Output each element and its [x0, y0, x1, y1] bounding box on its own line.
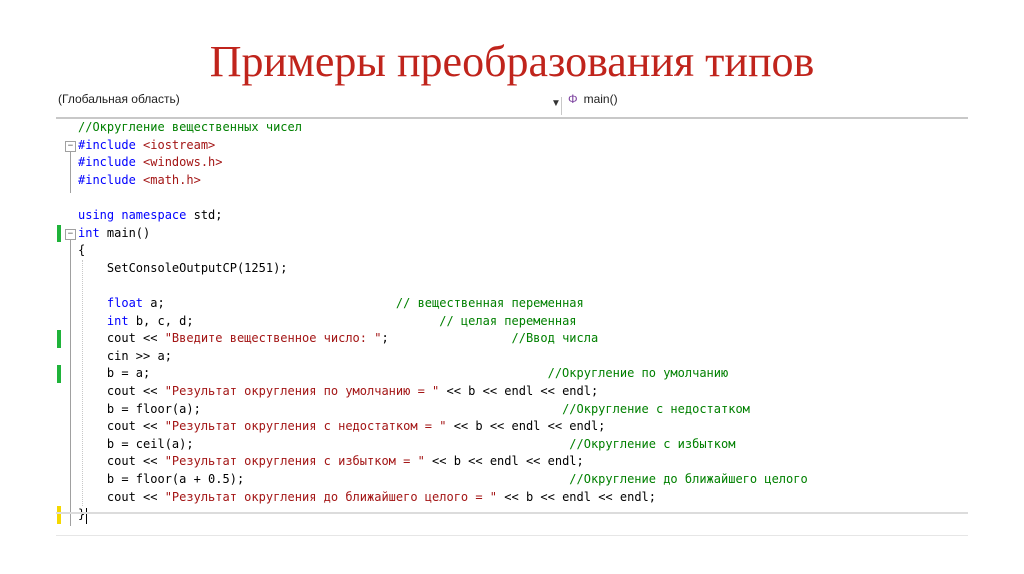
- code-comment: //Ввод числа: [511, 331, 599, 346]
- code-keyword: namespace: [121, 208, 194, 222]
- code-text: a;: [150, 296, 396, 310]
- dropdown-arrow-icon[interactable]: ▼: [551, 98, 561, 109]
- change-marker: [57, 365, 61, 383]
- collapse-includes-icon[interactable]: −: [65, 140, 76, 152]
- code-string: "Результат округления до ближайшего цело…: [164, 489, 498, 504]
- code-line[interactable]: #include <math.h>: [78, 172, 201, 190]
- scope-dropdown[interactable]: (Глобальная область): [58, 90, 554, 108]
- code-line[interactable]: cout << "Результат округления с избытком…: [78, 453, 584, 471]
- code-line[interactable]: //Округление вещественных чисел: [78, 119, 302, 137]
- editor-bottom-line: [56, 535, 968, 536]
- code-line[interactable]: cout << "Результат округления до ближайш…: [78, 489, 656, 507]
- change-marker: [57, 224, 61, 243]
- function-dropdown-label: main(): [583, 92, 618, 106]
- code-comment: //Округление по умолчанию: [547, 366, 729, 381]
- code-text: << b << endl << endl;: [497, 489, 656, 504]
- code-keyword: #include: [78, 172, 144, 187]
- code-comment: // целая переменная: [439, 313, 577, 328]
- code-text: b = floor(a);: [78, 401, 563, 416]
- code-text: << b << endl << endl;: [439, 384, 599, 398]
- code-line[interactable]: SetConsoleOutputCP(1251);: [78, 260, 288, 278]
- unsaved-change-marker: [57, 506, 61, 524]
- code-line[interactable]: cout << "Введите вещественное число: "; …: [78, 330, 598, 348]
- code-comment: //Округление с избытком: [569, 436, 736, 451]
- code-text: main(): [106, 225, 151, 240]
- code-line[interactable]: b = ceil(a); //Округление с избытком: [78, 436, 736, 454]
- code-keyword: #include: [78, 137, 144, 152]
- code-text: cout <<: [78, 419, 165, 434]
- outline-line: [70, 151, 71, 194]
- dropdown-separator: [561, 97, 562, 115]
- code-text: b, c, d;: [135, 313, 440, 328]
- code-line[interactable]: #include <iostream>: [78, 137, 215, 155]
- code-keyword: using: [78, 208, 122, 222]
- code-line[interactable]: b = a; //Округление по умолчанию: [78, 365, 728, 383]
- code-line[interactable]: }: [78, 506, 85, 524]
- code-keyword: int: [106, 313, 136, 328]
- code-text: << b << endl << endl;: [424, 454, 584, 469]
- code-keyword: float: [106, 296, 151, 310]
- code-line[interactable]: #include <windows.h>: [78, 154, 223, 172]
- code-text: cout <<: [78, 331, 165, 346]
- code-string: <windows.h>: [143, 155, 223, 170]
- code-line[interactable]: using namespace std;: [78, 207, 223, 225]
- code-line[interactable]: float a; // вещественная переменная: [78, 295, 584, 313]
- code-keyword: int: [78, 225, 107, 240]
- code-text: b = a;: [78, 366, 548, 381]
- function-dropdown[interactable]: Φmain(): [568, 90, 618, 108]
- code-string: "Результат округления с недостатком = ": [164, 419, 447, 434]
- editor-bottom-border: [56, 512, 968, 514]
- code-text: cin >> a;: [78, 348, 172, 363]
- function-icon: Φ: [568, 92, 578, 106]
- outline-line: [70, 239, 71, 526]
- code-text: cout <<: [78, 489, 165, 504]
- code-string: "Результат округления по умолчанию = ": [164, 384, 440, 398]
- code-comment: //Округление до ближайшего целого: [569, 472, 808, 486]
- code-text: cout <<: [78, 454, 165, 469]
- change-marker: [57, 330, 61, 348]
- code-line[interactable]: {: [78, 242, 85, 260]
- code-line[interactable]: int main(): [78, 225, 150, 243]
- code-keyword: #include: [78, 155, 144, 170]
- navigation-bar: (Глобальная область) ▼ Φmain(): [56, 92, 968, 119]
- code-string: <iostream>: [143, 137, 216, 152]
- code-editor[interactable]: (Глобальная область) ▼ Φmain() //Округле…: [56, 92, 968, 542]
- code-text: cout <<: [78, 384, 165, 398]
- code-text: b = ceil(a);: [78, 436, 570, 451]
- code-text: SetConsoleOutputCP(1251);: [78, 260, 288, 275]
- code-comment: //Округление с недостатком: [562, 401, 750, 416]
- code-line[interactable]: int b, c, d; // целая переменная: [78, 313, 577, 331]
- slide-title: Примеры преобразования типов: [209, 37, 815, 86]
- code-text: b = floor(a + 0.5);: [78, 472, 570, 486]
- code-text: << b << endl << endl;: [446, 419, 606, 434]
- code-line[interactable]: cout << "Результат округления с недостат…: [78, 418, 606, 436]
- indent-guide: [82, 259, 83, 507]
- text-caret: [86, 508, 87, 524]
- code-line[interactable]: cin >> a;: [78, 348, 172, 366]
- code-string: "Введите вещественное число: ": [164, 331, 382, 346]
- collapse-main-icon[interactable]: −: [65, 228, 76, 240]
- code-line[interactable]: cout << "Результат округления по умолчан…: [78, 383, 598, 401]
- code-comment: // вещественная переменная: [395, 296, 584, 310]
- code-string: <math.h>: [143, 172, 201, 187]
- code-text: std;: [193, 208, 223, 222]
- code-comment: //Округление вещественных чисел: [78, 120, 302, 134]
- code-text: {: [78, 243, 86, 258]
- code-line[interactable]: b = floor(a + 0.5); //Округление до ближ…: [78, 471, 808, 489]
- code-text: }: [78, 507, 86, 522]
- code-string: "Результат округления с избытком = ": [164, 454, 425, 469]
- code-line[interactable]: b = floor(a); //Округление с недостатком: [78, 401, 750, 419]
- code-text: ;: [381, 331, 512, 346]
